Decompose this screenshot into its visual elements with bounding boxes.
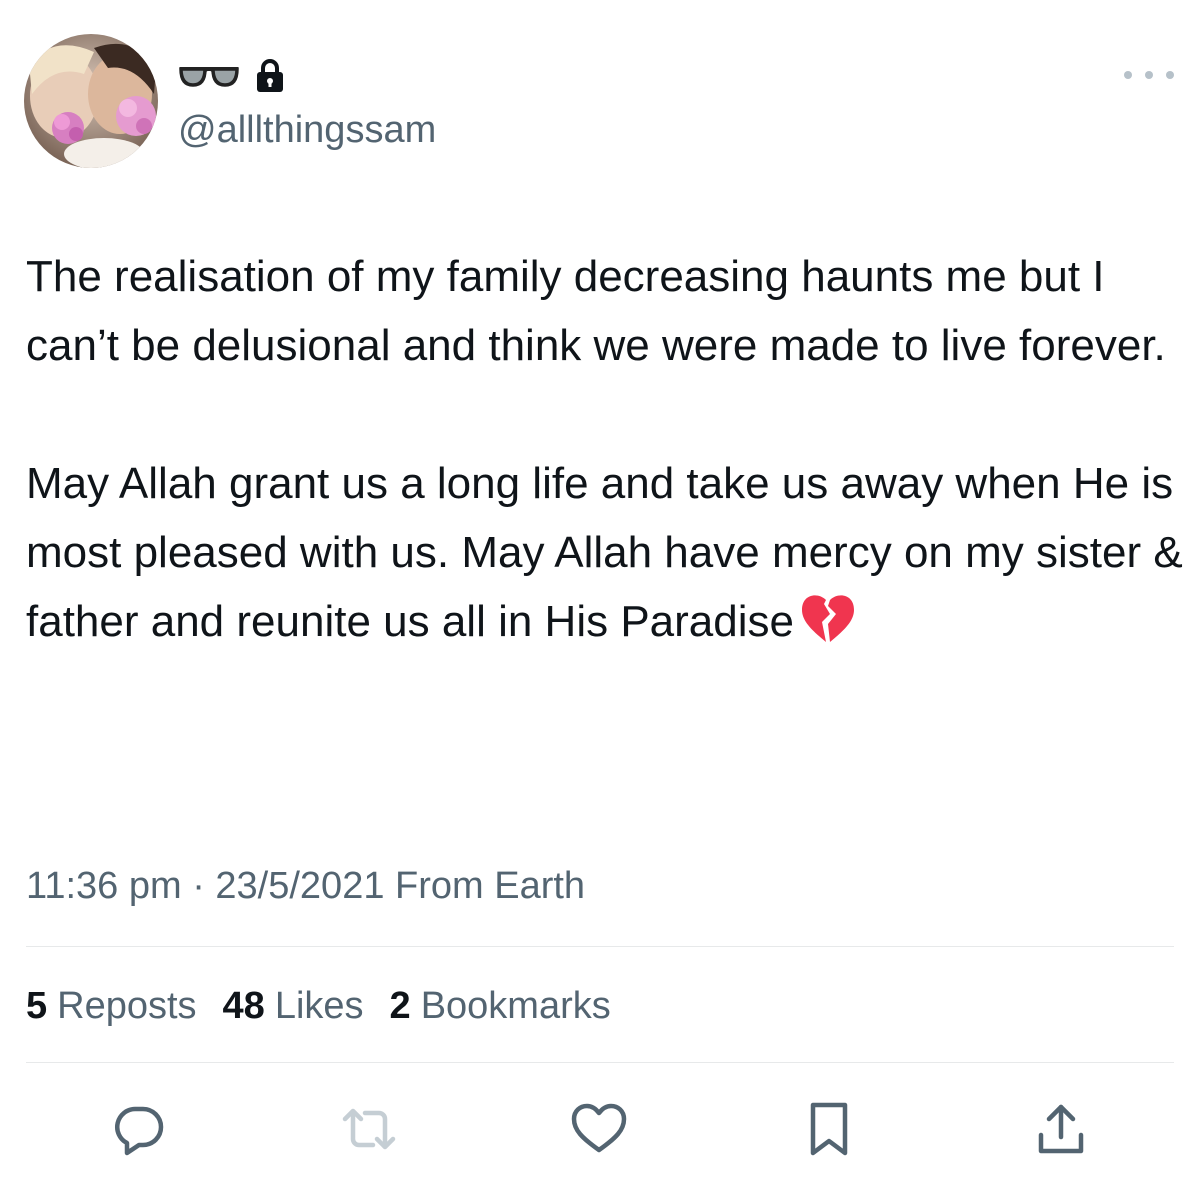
- likes-stat[interactable]: 48 Likes: [223, 982, 364, 1030]
- broken-heart-emoji: [800, 592, 856, 664]
- tweet-meta: 11:36 pm · 23/5/2021 From Earth: [26, 862, 585, 910]
- more-options-icon[interactable]: [1124, 60, 1174, 90]
- reposts-label: Reposts: [57, 985, 197, 1027]
- lock-icon: [256, 59, 284, 93]
- bookmarks-count: 2: [389, 985, 411, 1027]
- glasses-emoji: [178, 63, 240, 89]
- likes-count: 48: [222, 985, 265, 1027]
- meta-separator: ·: [192, 865, 205, 907]
- reply-icon[interactable]: [104, 1094, 174, 1164]
- action-bar: [0, 1094, 1200, 1164]
- tweet-paragraph-text: May Allah grant us a long life and take …: [26, 459, 1183, 646]
- user-handle[interactable]: @alllthingssam: [178, 108, 436, 152]
- engagement-stats: 5 Reposts 48 Likes 2 Bookmarks: [26, 982, 611, 1030]
- likes-label: Likes: [274, 985, 364, 1027]
- repost-icon[interactable]: [334, 1094, 404, 1164]
- bookmarks-stat[interactable]: 2 Bookmarks: [390, 982, 611, 1030]
- share-icon[interactable]: [1026, 1094, 1096, 1164]
- divider: [26, 1062, 1174, 1063]
- reposts-count: 5: [26, 985, 48, 1027]
- like-icon[interactable]: [564, 1094, 634, 1164]
- bookmarks-label: Bookmarks: [420, 985, 611, 1027]
- tweet-text: The realisation of my family decreasing …: [26, 242, 1186, 664]
- tweet-source: From Earth: [395, 865, 586, 907]
- display-name[interactable]: [178, 58, 284, 94]
- tweet-paragraph: The realisation of my family decreasing …: [26, 252, 1166, 370]
- divider: [26, 946, 1174, 947]
- tweet-paragraph: May Allah grant us a long life and take …: [26, 449, 1186, 664]
- tweet-time[interactable]: 11:36 pm: [26, 865, 182, 907]
- tweet-date[interactable]: 23/5/2021: [215, 865, 384, 907]
- avatar[interactable]: [24, 34, 158, 168]
- bookmark-icon[interactable]: [794, 1094, 864, 1164]
- reposts-stat[interactable]: 5 Reposts: [26, 982, 197, 1030]
